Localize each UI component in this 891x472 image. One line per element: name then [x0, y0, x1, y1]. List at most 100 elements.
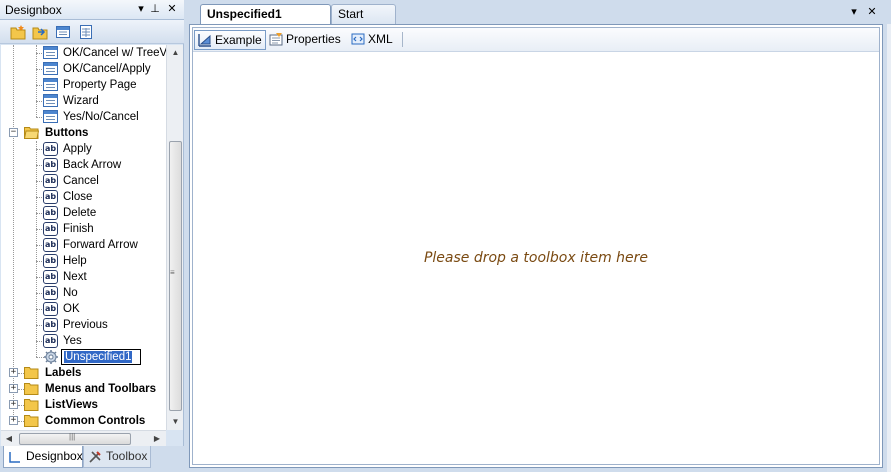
button-control-icon: ab [43, 302, 58, 316]
xml-icon [351, 33, 365, 45]
button-control-icon: ab [43, 270, 58, 284]
pin-icon[interactable]: ⊥ [148, 2, 162, 16]
close-icon[interactable]: ✕ [165, 2, 179, 16]
form-icon [43, 78, 58, 91]
import-icon[interactable] [32, 24, 48, 40]
panel-bottom-tabs: Designbox Toolbox [0, 446, 184, 472]
list-item[interactable]: Property Page [1, 77, 166, 93]
form-icon [43, 110, 58, 123]
properties-icon [269, 33, 283, 46]
design-toolbar: Example Properties XML [193, 28, 879, 52]
tab-start-page[interactable]: Start Page [331, 4, 396, 39]
grip-icon: ||| [69, 432, 76, 441]
document-tabstrip: Unspecified1 (Design) Start Page ▾ ✕ [186, 0, 891, 39]
expand-icon[interactable]: + [9, 400, 18, 409]
document-dropdown-icon[interactable]: ▾ [847, 5, 861, 19]
scroll-left-icon[interactable]: ◀ [1, 431, 17, 447]
list-item[interactable]: ab No [1, 285, 166, 301]
tree-item-label: Close [63, 191, 93, 203]
new-folder-icon[interactable] [10, 24, 26, 40]
list-item[interactable]: ab Help [1, 253, 166, 269]
form-icon[interactable] [55, 24, 71, 40]
list-item[interactable]: ab Previous [1, 317, 166, 333]
grip-icon: ≡ [170, 268, 175, 277]
form-icon [43, 94, 58, 107]
scroll-up-icon[interactable]: ▲ [167, 45, 184, 61]
tree-item-label: Cancel [63, 175, 99, 187]
designbox-toolbar [0, 20, 184, 44]
tree-group-label: ListViews [45, 399, 98, 411]
designbox-icon [9, 452, 20, 463]
rename-input-text: Unspecified1 [64, 351, 133, 363]
list-item[interactable]: OK/Cancel/Apply [1, 61, 166, 77]
tree-horizontal-scrollbar[interactable]: ◀ ||| ▶ [1, 430, 166, 446]
example-icon [198, 34, 211, 47]
tree-group-buttons[interactable]: − Buttons [1, 125, 166, 141]
design-surface-frame: Example Properties XML Please drop a too… [189, 24, 883, 468]
tree-vertical-scrollbar[interactable]: ▲ ≡ ▼ [166, 45, 183, 430]
list-item[interactable]: Wizard [1, 93, 166, 109]
list-item[interactable]: ab Delete [1, 205, 166, 221]
scroll-down-icon[interactable]: ▼ [167, 414, 184, 430]
form-icon [43, 46, 58, 59]
list-item[interactable]: ab Back Arrow [1, 157, 166, 173]
tree-group-labels[interactable]: + Labels [1, 365, 166, 381]
button-control-icon: ab [43, 286, 58, 300]
tree-item-label: Delete [63, 207, 97, 219]
example-label: Example [215, 33, 262, 47]
dropdown-icon[interactable]: ▾ [134, 2, 148, 16]
drop-hint-text: Please drop a toolbox item here [423, 250, 649, 266]
collapse-icon[interactable]: − [9, 128, 18, 137]
tree-item-label: Wizard [63, 95, 99, 107]
button-control-icon: ab [43, 334, 58, 348]
tab-unspecified1-design[interactable]: Unspecified1 (Design) [200, 4, 331, 39]
list-item[interactable]: ab Finish [1, 221, 166, 237]
xml-label: XML [368, 32, 393, 46]
example-button[interactable]: Example [194, 30, 266, 50]
tree-item-label: Help [63, 255, 87, 267]
list-item[interactable]: ab Next [1, 269, 166, 285]
tree-item-label: Forward Arrow [63, 239, 138, 251]
document-close-icon[interactable]: ✕ [865, 5, 879, 19]
tree-item-label: No [63, 287, 78, 299]
document-edge [887, 24, 891, 472]
list-item[interactable]: ab Forward Arrow [1, 237, 166, 253]
expand-icon[interactable]: + [9, 368, 18, 377]
tree-group-listviews[interactable]: + ListViews [1, 397, 166, 413]
folder-icon [24, 415, 39, 427]
designbox-title: Designbox [5, 3, 62, 17]
expand-icon[interactable]: + [9, 384, 18, 393]
tree-group-common-controls[interactable]: + Common Controls [1, 413, 166, 429]
form-icon [43, 62, 58, 75]
tree-item-label: OK [63, 303, 80, 315]
tree-item-label: Finish [63, 223, 94, 235]
list-item[interactable]: ab Cancel [1, 173, 166, 189]
tree-item-label: Back Arrow [63, 159, 122, 171]
tree-item-label: Yes/No/Cancel [63, 111, 139, 123]
scroll-right-icon[interactable]: ▶ [149, 431, 165, 447]
list-item[interactable]: ab Yes [1, 333, 166, 349]
rename-input[interactable]: Unspecified1 [61, 349, 141, 365]
tree-group-label: Menus and Toolbars [45, 383, 156, 395]
gear-icon [44, 350, 58, 364]
tree-item-editing[interactable]: Unspecified1 [1, 349, 166, 365]
tab-designbox[interactable]: Designbox [3, 446, 83, 468]
list-item[interactable]: ab Apply [1, 141, 166, 157]
design-surface[interactable]: Example Properties XML Please drop a too… [192, 27, 880, 465]
properties-button[interactable]: Properties [266, 30, 346, 50]
folder-icon [24, 399, 39, 411]
designbox-tree[interactable]: OK/Cancel w/ TreeVie OK/Cancel/Apply Pro… [1, 45, 166, 430]
list-item[interactable]: Yes/No/Cancel [1, 109, 166, 125]
button-control-icon: ab [43, 190, 58, 204]
expand-icon[interactable]: + [9, 416, 18, 425]
list-item[interactable]: ab Close [1, 189, 166, 205]
tree-group-menus-and-toolbars[interactable]: + Menus and Toolbars [1, 381, 166, 397]
list-item[interactable]: OK/Cancel w/ TreeVie [1, 45, 166, 61]
grid-icon[interactable] [78, 24, 94, 40]
list-item[interactable]: ab OK [1, 301, 166, 317]
tree-item-label: Yes [63, 335, 82, 347]
properties-label: Properties [286, 32, 341, 46]
tab-toolbox[interactable]: Toolbox [83, 446, 151, 468]
button-control-icon: ab [43, 206, 58, 220]
xml-button[interactable]: XML [348, 30, 398, 50]
